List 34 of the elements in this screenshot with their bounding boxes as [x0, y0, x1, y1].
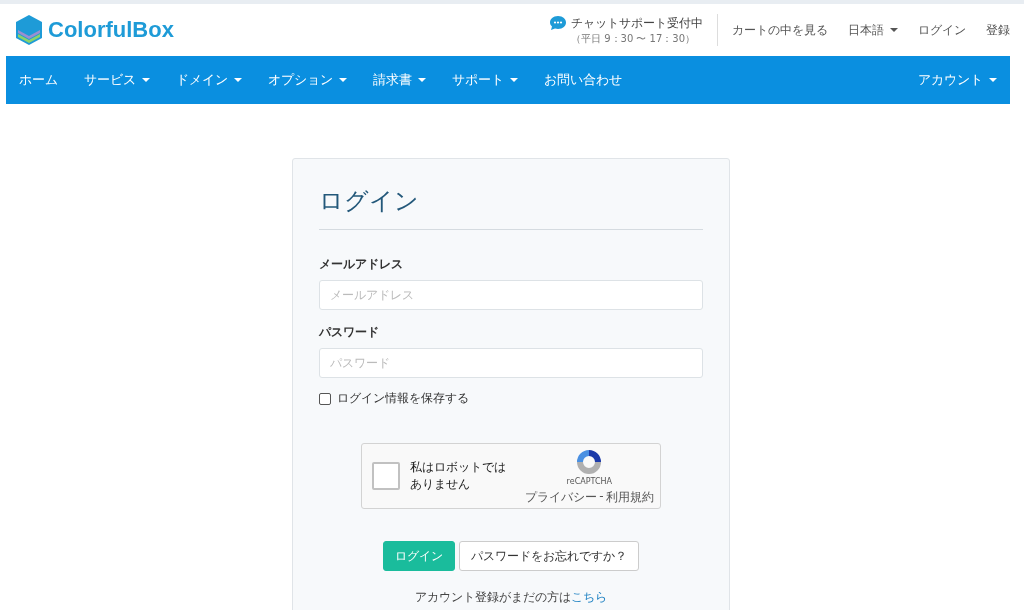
header-link[interactable]: ログイン: [918, 21, 966, 39]
captcha-label: 私はロボットではありません: [409, 459, 507, 493]
nav-item[interactable]: サポート: [439, 71, 531, 89]
terms-link[interactable]: 利用規約: [605, 488, 654, 506]
nav-item[interactable]: オプション: [255, 71, 360, 89]
login-title: ログイン: [318, 186, 420, 217]
account-menu[interactable]: アカウント: [905, 71, 1010, 89]
captcha-checkbox[interactable]: [371, 462, 400, 490]
input-field[interactable]: パスワード: [318, 348, 703, 378]
logo-icon: [14, 13, 44, 47]
checkbox[interactable]: [318, 392, 331, 405]
chat-bubble-icon: [549, 14, 567, 31]
nav-item[interactable]: ドメイン: [163, 71, 255, 89]
nav-item[interactable]: 請求書: [360, 71, 439, 89]
nav-item[interactable]: サービス: [71, 71, 163, 89]
recaptcha-label: reCAPTCHA: [566, 476, 613, 486]
field-label: メールアドレス: [318, 256, 404, 273]
header-link[interactable]: 登録: [986, 21, 1010, 39]
privacy-link[interactable]: プライバシー: [525, 488, 598, 506]
logo-text[interactable]: ColorfulBox: [48, 17, 174, 43]
header-link[interactable]: カートの中を見る: [732, 21, 828, 39]
register-prompt: アカウント登録がまだの方はこちら: [413, 589, 608, 606]
register-link[interactable]: こちら: [570, 590, 607, 604]
nav-item[interactable]: ホーム: [6, 71, 71, 89]
field-label: パスワード: [318, 324, 380, 341]
login-button[interactable]: ログイン: [382, 541, 455, 571]
separator: -: [599, 488, 604, 505]
chat-support-link[interactable]: チャットサポート受付中: [571, 14, 703, 32]
header-link[interactable]: 日本語: [848, 21, 898, 39]
nav-item[interactable]: お問い合わせ: [531, 71, 635, 89]
remember-label: ログイン情報を保存する: [336, 390, 469, 407]
input-field[interactable]: メールアドレス: [318, 280, 703, 310]
forgot-password-button[interactable]: パスワードをお忘れですか？: [458, 541, 639, 571]
chat-hours: （平日 9：30 〜 17：30）: [571, 31, 697, 46]
